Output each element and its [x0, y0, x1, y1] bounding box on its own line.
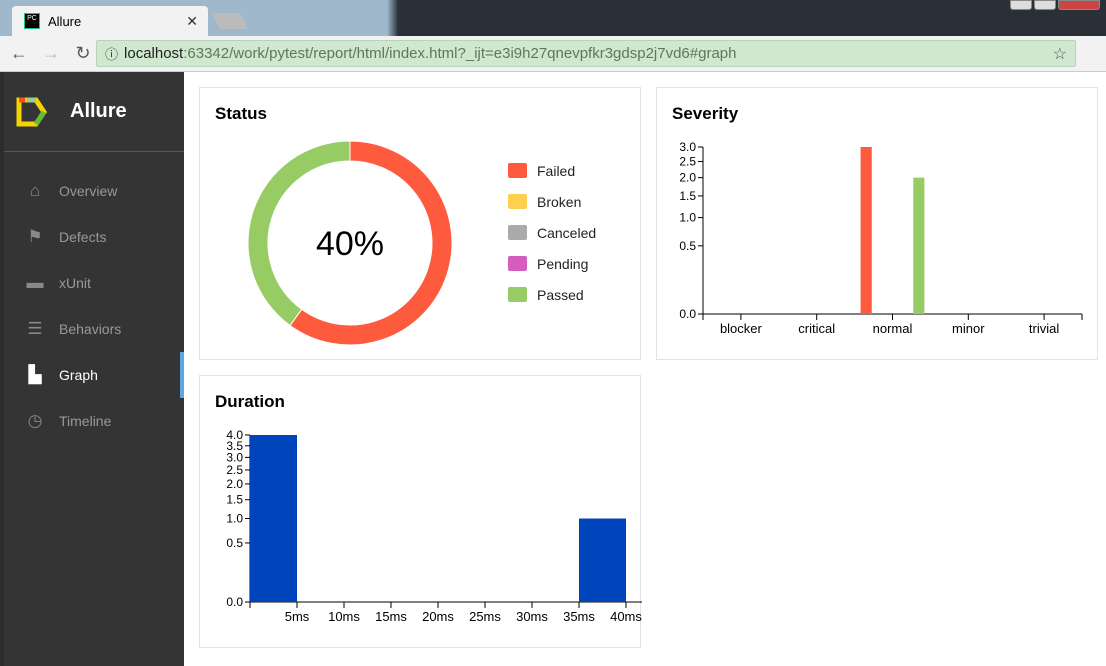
- bookmark-star-icon[interactable]: ☆: [1053, 44, 1067, 64]
- sidebar-item-label: Overview: [59, 183, 118, 199]
- sidebar-item-defects[interactable]: ⚑ Defects: [4, 214, 184, 260]
- brand-name: Allure: [70, 100, 127, 122]
- y-tick-label: 1.0: [679, 211, 696, 225]
- x-tick-label: 15ms: [375, 609, 407, 624]
- sidebar-item-timeline[interactable]: ◷ Timeline: [4, 398, 184, 444]
- x-tick-label: 5ms: [285, 609, 310, 624]
- y-tick-label: 0.0: [226, 595, 243, 609]
- sidebar-item-xunit[interactable]: ▬ xUnit: [4, 260, 184, 306]
- legend-label: Canceled: [537, 224, 597, 241]
- x-tick-label: 10ms: [328, 609, 360, 624]
- x-tick-label: 40ms: [610, 609, 642, 624]
- legend-label: Failed: [537, 162, 576, 179]
- x-tick-label: critical: [798, 321, 835, 336]
- y-tick-label: 2.5: [679, 155, 696, 169]
- y-tick-label: 0.5: [226, 536, 243, 550]
- legend-swatch: [508, 163, 527, 178]
- allure-logo-icon: [16, 97, 48, 126]
- clock-icon: ◷: [27, 411, 43, 430]
- y-tick-label: 1.5: [226, 493, 243, 507]
- y-tick-label: 1.5: [679, 189, 696, 203]
- sidebar-item-graph[interactable]: ▙ Graph: [4, 352, 184, 398]
- legend-item-failed[interactable]: Failed: [508, 155, 596, 186]
- severity-chart: 0.0 0.5 1.0 1.5 2.0 2.53.0 blocker critical norm…: [679, 140, 1083, 336]
- legend-label: Pending: [537, 255, 589, 272]
- close-tab-icon[interactable]: ✕: [186, 13, 198, 30]
- forward-icon[interactable]: →: [38, 43, 64, 64]
- y-tick-label: 1.0: [226, 512, 243, 526]
- back-icon[interactable]: ←: [6, 43, 32, 64]
- severity-widget: Severity 0.0 0.5 1.0 1.5 2.0 2.5 3.0 blocker cri…: [656, 87, 1098, 360]
- bar-normal-passed: [913, 177, 925, 314]
- sidebar-item-label: Behaviors: [59, 321, 122, 337]
- browser-tab[interactable]: PC Allure ✕: [12, 6, 208, 36]
- sidebar-item-label: Defects: [59, 229, 107, 245]
- y-tick-label: 2.5: [226, 463, 243, 477]
- duration-widget: Duration 0.0 0.5 1.0 1.5 2.0 2.5 3.0 3.5 4.0 5ms 1…: [199, 375, 642, 648]
- new-tab-button[interactable]: [212, 13, 248, 29]
- legend-item-canceled[interactable]: Canceled: [508, 217, 596, 248]
- x-tick-label: 35ms: [563, 609, 595, 624]
- sidebar: Allure ⌂ Overview ⚑ Defects ▬ xUnit ☰ Behavi…: [0, 72, 184, 666]
- legend-swatch: [508, 287, 527, 302]
- brand[interactable]: Allure: [4, 72, 184, 152]
- y-tick-label: 2.0: [679, 171, 696, 185]
- x-tick-label: 25ms: [469, 609, 501, 624]
- tab-title: Allure: [48, 13, 82, 29]
- browser-toolbar: ← → ↻ ⓘ localhost:63342/work/pytest/repo…: [0, 36, 1106, 72]
- legend-label: Passed: [537, 286, 584, 303]
- status-widget: Status 40% Failed Broken Canceled Pendin…: [199, 87, 641, 360]
- bar-normal-failed: [860, 147, 872, 314]
- url-path: :63342/work/pytest/report/html/index.htm…: [183, 45, 737, 62]
- legend-label: Broken: [537, 193, 582, 210]
- briefcase-icon: ▬: [26, 273, 44, 292]
- status-percent: 40%: [316, 225, 384, 263]
- minimize-button[interactable]: [1010, 0, 1032, 10]
- sidebar-item-overview[interactable]: ⌂ Overview: [4, 168, 184, 214]
- maximize-button[interactable]: [1034, 0, 1056, 10]
- y-tick-label: 0.0: [679, 307, 696, 321]
- sidebar-item-label: xUnit: [59, 275, 91, 291]
- y-tick-label: 4.0: [226, 428, 243, 442]
- y-tick-label: 0.5: [679, 239, 696, 253]
- duration-chart: 0.00.51.01.52.02.53.03.54.05ms 10ms 15ms 20…: [226, 428, 642, 624]
- legend-swatch: [508, 225, 527, 240]
- bar-chart-icon: ▙: [28, 365, 42, 384]
- flag-icon: ⚑: [27, 227, 43, 246]
- window-controls: [1010, 0, 1100, 10]
- duration-bar: [579, 518, 626, 602]
- legend-item-pending[interactable]: Pending: [508, 248, 596, 279]
- legend-item-passed[interactable]: Passed: [508, 279, 596, 310]
- x-tick-label: normal: [873, 321, 913, 336]
- pycharm-icon: PC: [24, 13, 40, 29]
- y-tick-label: 2.0: [226, 477, 243, 491]
- url-host: localhost: [124, 45, 184, 62]
- legend-swatch: [508, 194, 527, 209]
- x-tick-label: trivial: [1029, 321, 1059, 336]
- legend-item-broken[interactable]: Broken: [508, 186, 596, 217]
- home-icon: ⌂: [29, 181, 41, 200]
- x-tick-label: blocker: [720, 321, 763, 336]
- sidebar-item-label: Timeline: [59, 413, 112, 429]
- browser-titlebar: PC Allure ✕: [0, 0, 1106, 36]
- y-tick-label: 3.0: [679, 140, 696, 154]
- legend-swatch: [508, 256, 527, 271]
- status-legend: Failed Broken Canceled Pending Passed: [508, 155, 596, 310]
- list-icon: ☰: [27, 319, 43, 338]
- sidebar-item-label: Graph: [59, 367, 98, 383]
- address-bar[interactable]: ⓘ localhost:63342/work/pytest/report/htm…: [96, 40, 1076, 67]
- x-tick-label: 20ms: [422, 609, 454, 624]
- duration-bar: [250, 435, 297, 602]
- x-tick-label: minor: [952, 321, 985, 336]
- close-window-button[interactable]: [1058, 0, 1100, 10]
- sidebar-item-behaviors[interactable]: ☰ Behaviors: [4, 306, 184, 352]
- reload-icon[interactable]: ↻: [70, 43, 96, 64]
- x-tick-label: 30ms: [516, 609, 548, 624]
- info-icon[interactable]: ⓘ: [105, 44, 118, 63]
